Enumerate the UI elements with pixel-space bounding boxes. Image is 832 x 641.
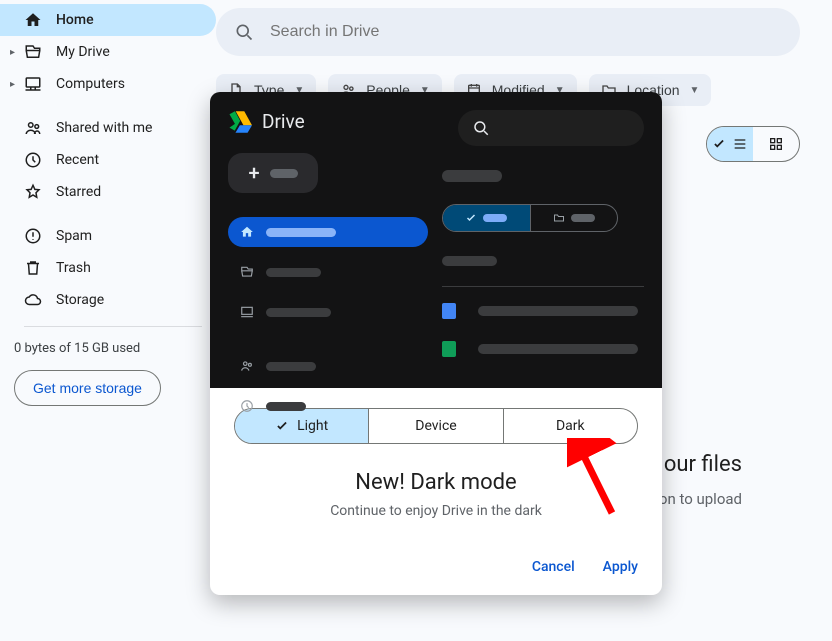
placeholder-bar: [266, 228, 336, 237]
placeholder-bar: [483, 214, 507, 222]
expand-icon[interactable]: ▸: [10, 79, 15, 90]
preview-search: [458, 110, 644, 146]
sidebar: Home ▸ My Drive ▸ Computers Shared with …: [0, 0, 216, 641]
nav-starred[interactable]: Starred: [0, 176, 216, 208]
empty-sub: on to upload: [659, 490, 742, 508]
home-icon: [240, 225, 254, 239]
placeholder-bar: [442, 256, 497, 266]
drive-logo-icon: [228, 111, 252, 133]
search-icon: [234, 22, 254, 42]
nav-home[interactable]: Home: [0, 4, 216, 36]
dialog-subtitle: Continue to enjoy Drive in the dark: [210, 503, 662, 519]
grid-icon: [768, 136, 784, 152]
docs-icon: [442, 303, 456, 319]
nav-label: Computers: [56, 76, 125, 92]
nav-label: Shared with me: [56, 120, 152, 136]
nav-label: Home: [56, 12, 94, 28]
nav-label: Spam: [56, 228, 92, 244]
storage-quota: 0 bytes of 15 GB used: [0, 341, 216, 356]
brand-label: Drive: [262, 110, 305, 133]
nav-label: Starred: [56, 184, 101, 200]
placeholder-bar: [270, 169, 298, 178]
search-icon: [472, 119, 490, 137]
search-input[interactable]: [268, 22, 782, 42]
cancel-button[interactable]: Cancel: [532, 559, 575, 575]
placeholder-bar: [266, 308, 331, 317]
nav-trash[interactable]: Trash: [0, 252, 216, 284]
folder-icon: [553, 212, 565, 224]
check-icon: [712, 137, 726, 151]
preview-new: +: [228, 153, 318, 193]
nav-storage[interactable]: Storage: [0, 284, 216, 316]
star-icon: [24, 183, 42, 201]
apply-button[interactable]: Apply: [603, 559, 638, 575]
nav-computers[interactable]: ▸ Computers: [0, 68, 216, 100]
view-toggle: [706, 126, 800, 162]
recent-icon: [240, 399, 254, 413]
trash-icon: [24, 259, 42, 277]
empty-title: our files: [664, 452, 742, 477]
nav-label: My Drive: [56, 44, 110, 60]
cloud-icon: [24, 291, 42, 309]
my-drive-icon: [240, 265, 254, 279]
placeholder-bar: [266, 268, 321, 277]
divider: [442, 286, 644, 287]
nav-spam[interactable]: Spam: [0, 220, 216, 252]
placeholder-bar: [266, 402, 306, 411]
preview-toggle: [442, 204, 618, 232]
nav-recent[interactable]: Recent: [0, 144, 216, 176]
placeholder-bar: [478, 344, 638, 354]
view-list[interactable]: [707, 127, 753, 161]
appearance-dialog: Drive +: [210, 92, 662, 595]
check-icon: [465, 212, 477, 224]
get-storage-button[interactable]: Get more storage: [14, 370, 161, 406]
view-grid[interactable]: [753, 127, 799, 161]
segment-label: Dark: [556, 418, 585, 434]
nav-shared[interactable]: Shared with me: [0, 112, 216, 144]
preview-content: [442, 170, 644, 379]
nav-label: Recent: [56, 152, 99, 168]
check-icon: [275, 419, 289, 433]
computers-icon: [24, 75, 42, 93]
computers-icon: [240, 305, 254, 319]
dialog-title: New! Dark mode: [210, 470, 662, 495]
my-drive-icon: [24, 43, 42, 61]
segment-dark[interactable]: Dark: [504, 409, 637, 443]
sheets-icon: [442, 341, 456, 357]
recent-icon: [24, 151, 42, 169]
list-icon: [732, 136, 748, 152]
shared-icon: [240, 359, 254, 373]
home-icon: [24, 11, 42, 29]
preview-nav: [228, 217, 428, 421]
placeholder-bar: [266, 362, 316, 371]
spam-icon: [24, 227, 42, 245]
plus-icon: +: [248, 161, 259, 185]
chevron-down-icon: ▼: [690, 85, 700, 96]
placeholder-bar: [571, 214, 595, 222]
shared-icon: [24, 119, 42, 137]
placeholder-bar: [478, 306, 638, 316]
nav-label: Trash: [56, 260, 91, 276]
search-bar[interactable]: [216, 8, 800, 56]
nav-label: Storage: [56, 292, 104, 308]
divider: [24, 326, 202, 327]
placeholder-bar: [442, 170, 502, 182]
expand-icon[interactable]: ▸: [10, 47, 15, 58]
dialog-actions: Cancel Apply: [210, 519, 662, 595]
dark-preview: Drive +: [210, 92, 662, 388]
nav-my-drive[interactable]: ▸ My Drive: [0, 36, 216, 68]
